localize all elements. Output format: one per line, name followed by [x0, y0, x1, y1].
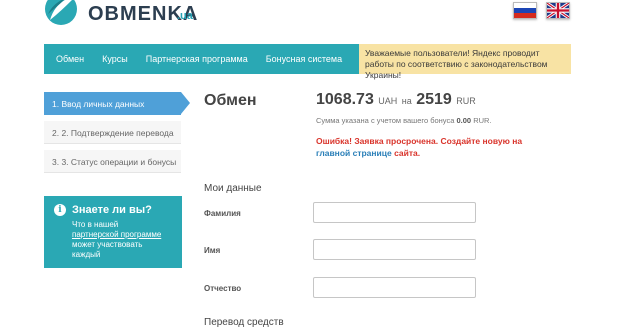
- amount-from: 1068.73: [316, 91, 374, 108]
- bonus-note: Сумма указана с учетом вашего бонуса 0.0…: [316, 116, 492, 125]
- step-status-bonus[interactable]: 3. 3. Статус операции и бонусы: [44, 150, 181, 173]
- nav-item-bonus-system[interactable]: Бонусная система: [266, 54, 342, 64]
- russian-flag-icon[interactable]: [513, 2, 537, 19]
- page-title: Обмен: [204, 92, 257, 109]
- english-flag-icon[interactable]: [546, 2, 570, 19]
- section-transfer: Перевод средств: [204, 317, 284, 328]
- main-nav: Обмен Курсы Партнерская программа Бонусн…: [44, 44, 571, 80]
- did-you-know-line3: может участвовать каждый: [72, 240, 143, 259]
- logo-suffix: .ua: [177, 10, 193, 22]
- steps-sidebar: 1. Ввод личных данных 2. 2. Подтверждени…: [44, 92, 190, 179]
- surname-input[interactable]: [313, 202, 476, 223]
- error-message: Ошибка! Заявка просрочена. Создайте нову…: [316, 135, 556, 159]
- bonus-note-text: Сумма указана с учетом вашего бонуса: [316, 116, 455, 125]
- currency-to: RUR: [456, 96, 476, 106]
- surname-label: Фамилия: [204, 209, 241, 218]
- currency-from: UAH: [378, 96, 398, 106]
- notice-banner: Уважаемые пользователи! Яндекс проводит …: [359, 44, 571, 80]
- logo-icon[interactable]: [44, 0, 78, 26]
- did-you-know-body: Что в нашей партнерской программе может …: [54, 220, 172, 260]
- amount-to: 2519: [416, 91, 452, 108]
- nav-item-rates[interactable]: Курсы: [102, 54, 128, 64]
- patronymic-label: Отчество: [204, 284, 242, 293]
- step-personal-data[interactable]: 1. Ввод личных данных: [44, 92, 190, 115]
- did-you-know-box: i Знаете ли вы? Что в нашей партнерской …: [44, 196, 182, 268]
- name-input[interactable]: [313, 239, 476, 260]
- section-my-data: Мои данные: [204, 183, 262, 194]
- home-page-link[interactable]: главной странице: [316, 148, 392, 158]
- partner-program-link[interactable]: партнерской программе: [72, 230, 161, 239]
- patronymic-input[interactable]: [313, 277, 476, 298]
- bonus-currency: RUR.: [473, 116, 492, 125]
- info-icon: i: [54, 204, 66, 216]
- nav-item-partner-program[interactable]: Партнерская программа: [146, 54, 248, 64]
- error-text: Ошибка! Заявка просрочена. Создайте нову…: [316, 136, 523, 146]
- step-confirm-transfer[interactable]: 2. 2. Подтверждение перевода: [44, 121, 181, 144]
- error-suffix: сайта.: [394, 148, 421, 158]
- bonus-value: 0.00: [456, 116, 472, 125]
- language-switcher: [513, 2, 570, 19]
- name-label: Имя: [204, 246, 221, 255]
- did-you-know-header: i Знаете ли вы?: [54, 204, 172, 216]
- did-you-know-title: Знаете ли вы?: [72, 204, 152, 216]
- nav-item-exchange[interactable]: Обмен: [56, 54, 84, 64]
- exchange-rate: 1068.73 UAH на 2519 RUR: [316, 91, 476, 109]
- did-you-know-line1: Что в нашей: [72, 220, 119, 229]
- rate-on: на: [401, 96, 412, 106]
